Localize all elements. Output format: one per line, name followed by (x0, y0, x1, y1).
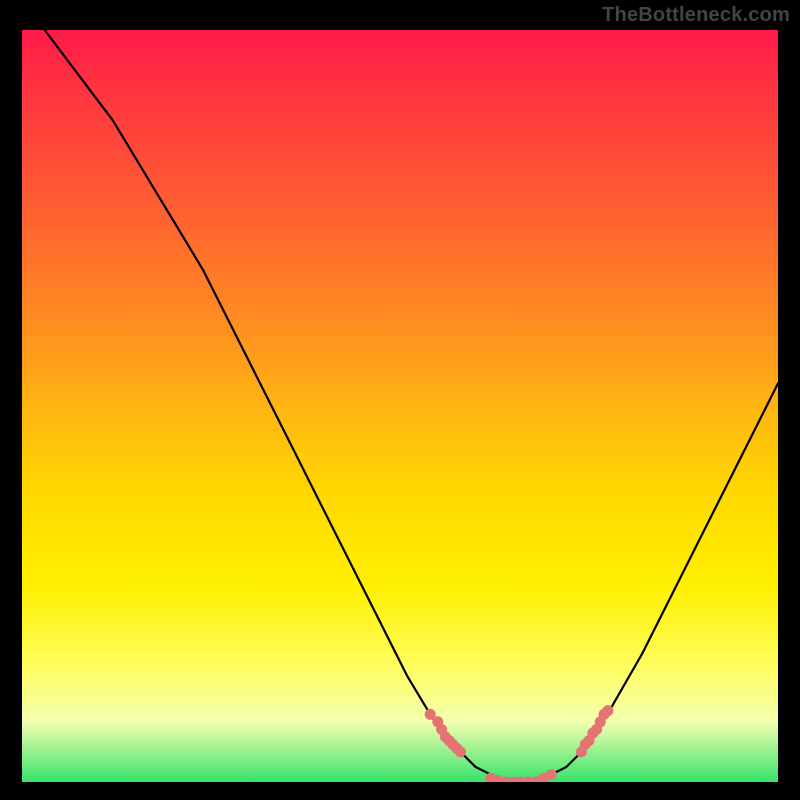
plot-area (22, 30, 778, 782)
curve-line (45, 30, 778, 782)
chart-container: TheBottleneck.com (0, 0, 800, 800)
dot-markers (425, 705, 614, 782)
chart-svg (22, 30, 778, 782)
watermark-text: TheBottleneck.com (602, 4, 790, 27)
